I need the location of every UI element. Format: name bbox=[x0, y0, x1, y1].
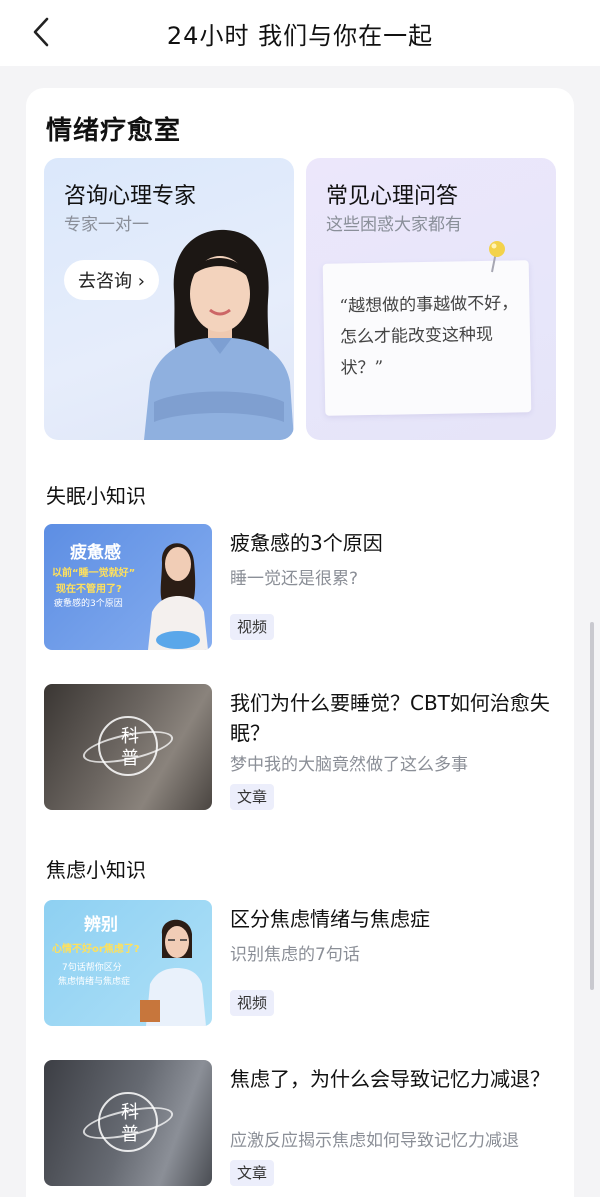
presenter-image bbox=[140, 919, 206, 1026]
tile-subtitle: 这些困惑大家都有 bbox=[326, 215, 462, 235]
faq-tile[interactable]: 常见心理问答 这些困惑大家都有 “越想做的事越做不好，怎么才能改变这种现状？” bbox=[306, 158, 556, 440]
quote-note: “越想做的事越做不好，怎么才能改变这种现状？” bbox=[322, 260, 532, 416]
healing-room-card: 情绪疗愈室 咨询心理专家 专家一对一 去咨询 › 常见心理问答 这些困惑大家都有… bbox=[26, 88, 574, 1197]
badge-text: 普 bbox=[121, 1124, 139, 1145]
content-type-tag: 视频 bbox=[230, 614, 275, 640]
item-title: 我们为什么要睡觉？CBT如何治愈失眠？ bbox=[230, 691, 550, 745]
counselor-illustration bbox=[144, 229, 294, 440]
section-title: 情绪疗愈室 bbox=[46, 116, 182, 146]
article-thumbnail: 科 普 bbox=[44, 684, 212, 810]
list-item[interactable]: 疲惫感 以前“睡一觉就好” 现在不管用了? 疲惫感的3个原因 疲惫感的3个原因 … bbox=[44, 524, 556, 652]
item-subtitle: 梦中我的大脑竟然做了这么多事 bbox=[230, 755, 468, 775]
category-title: 失眠小知识 bbox=[46, 484, 146, 508]
pushpin-icon bbox=[489, 241, 505, 273]
item-subtitle: 应激反应揭示焦虑如何导致记忆力减退 bbox=[230, 1131, 519, 1151]
list-item[interactable]: 科 普 我们为什么要睡觉？CBT如何治愈失眠？ 梦中我的大脑竟然做了这么多事 文… bbox=[44, 684, 556, 812]
badge-text: 普 bbox=[121, 748, 139, 769]
thumb-line: 心情不好or焦虑了? bbox=[52, 944, 140, 955]
item-subtitle: 识别焦虑的7句话 bbox=[230, 945, 360, 965]
content-type-tag: 文章 bbox=[230, 1160, 275, 1186]
content-type-tag: 视频 bbox=[230, 990, 275, 1016]
top-bar: 24小时 我们与你在一起 bbox=[0, 0, 600, 66]
note-quote: “越想做的事越做不好，怎么才能改变这种现状？” bbox=[339, 293, 519, 379]
thumb-heading: 辨别 bbox=[84, 915, 118, 935]
thumb-heading: 疲惫感 bbox=[70, 543, 121, 563]
thumb-line: 焦虑情绪与焦虑症 bbox=[58, 977, 131, 987]
item-title: 区分焦虑情绪与焦虑症 bbox=[230, 907, 430, 931]
thumb-line: 以前“睡一觉就好” bbox=[52, 568, 136, 579]
tile-title: 常见心理问答 bbox=[326, 184, 459, 209]
article-thumbnail: 科 普 bbox=[44, 1060, 212, 1186]
tile-title: 咨询心理专家 bbox=[64, 184, 197, 209]
list-item[interactable]: 科 普 焦虑了，为什么会导致记忆力减退？ 应激反应揭示焦虑如何导致记忆力减退 文… bbox=[44, 1060, 556, 1188]
tile-subtitle: 专家一对一 bbox=[64, 215, 149, 235]
list-item[interactable]: 辨别 心情不好or焦虑了? 7句话帮你区分 焦虑情绪与焦虑症 区分焦虑情绪与焦虑… bbox=[44, 900, 556, 1028]
thumb-line: 疲惫感的3个原因 bbox=[54, 599, 123, 609]
consult-expert-tile[interactable]: 咨询心理专家 专家一对一 去咨询 › bbox=[44, 158, 294, 440]
presenter-image bbox=[148, 543, 208, 650]
thumb-line: 7句话帮你区分 bbox=[62, 963, 122, 973]
video-thumbnail: 辨别 心情不好or焦虑了? 7句话帮你区分 焦虑情绪与焦虑症 bbox=[44, 900, 212, 1026]
thumb-line: 现在不管用了? bbox=[56, 584, 122, 595]
page-title: 24小时 我们与你在一起 bbox=[166, 22, 434, 50]
item-title: 焦虑了，为什么会导致记忆力减退？ bbox=[230, 1067, 550, 1091]
category-title: 焦虑小知识 bbox=[46, 858, 146, 882]
item-title: 疲惫感的3个原因 bbox=[230, 531, 383, 555]
scrollbar[interactable] bbox=[590, 622, 594, 990]
video-thumbnail: 疲惫感 以前“睡一觉就好” 现在不管用了? 疲惫感的3个原因 bbox=[44, 524, 212, 650]
item-subtitle: 睡一觉还是很累? bbox=[230, 569, 359, 589]
content-type-tag: 文章 bbox=[230, 784, 275, 810]
